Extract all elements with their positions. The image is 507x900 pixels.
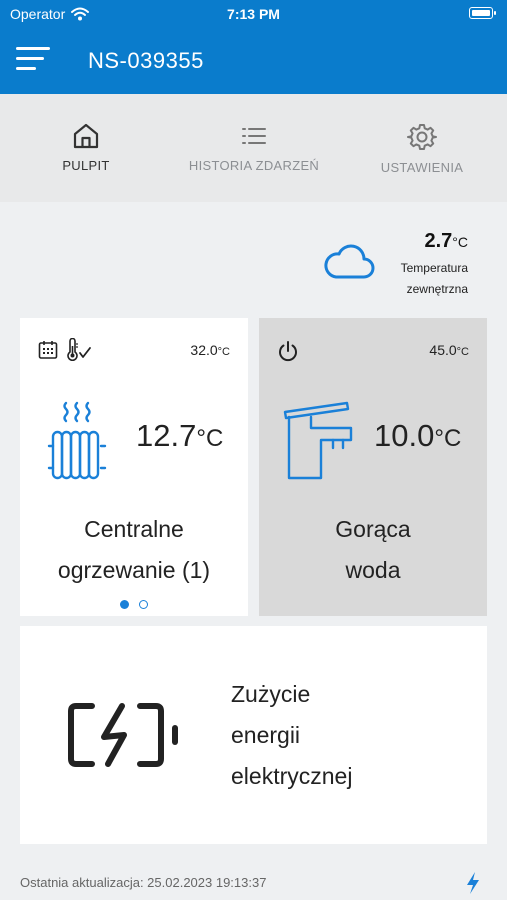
heating-current-value: 12.7 [136, 418, 197, 453]
lightning-icon[interactable] [465, 871, 481, 895]
energy-consumption-card[interactable]: Zużycie energii elektrycznej [20, 626, 487, 844]
outdoor-temperature: 2.7°C [380, 230, 468, 253]
energy-label: Zużycie energii elektrycznej [231, 674, 352, 797]
status-bar: Operator 7:13 PM [0, 0, 507, 30]
energy-label-line2: energii [231, 722, 301, 748]
thermometer-check-icon [67, 338, 91, 361]
tab-ustawienia-label: USTAWIENIA [380, 160, 464, 175]
tab-ustawienia[interactable]: USTAWIENIA [342, 122, 502, 175]
power-icon [279, 341, 297, 362]
outdoor-temp-value: 2.7 [424, 230, 453, 252]
energy-label-line3: elektrycznej [231, 763, 353, 789]
central-heating-card[interactable]: 32.0°C 12.7°C Centralne ogrzewanie (1) [20, 318, 248, 616]
water-title-line1: Gorąca [335, 516, 411, 542]
app-title: NS-039355 [88, 48, 204, 73]
energy-label-line1: Zużycie [231, 681, 311, 707]
tab-historia-zdarzen[interactable]: HISTORIA ZDARZEŃ [174, 122, 334, 173]
heating-set-unit: °C [217, 346, 230, 358]
water-current-temperature: 10.0°C [374, 418, 461, 454]
water-card-title: Gorąca woda [259, 509, 487, 591]
water-title-line2: woda [345, 557, 401, 583]
app-bar: NS-039355 [0, 30, 507, 94]
outdoor-temp-unit: °C [452, 234, 468, 250]
heating-title-line1: Centralne [84, 516, 184, 542]
faucet-icon [283, 401, 353, 480]
tab-bar: PULPIT HISTORIA ZDARZEŃ USTAWIENIA [0, 94, 507, 202]
heating-card-title: Centralne ogrzewanie (1) [20, 509, 248, 591]
heating-set-value: 32.0 [190, 342, 218, 358]
tab-historia-label: HISTORIA ZDARZEŃ [188, 158, 320, 173]
heating-title-line2: ogrzewanie (1) [57, 557, 211, 583]
water-set-unit: °C [456, 346, 469, 358]
heating-current-temperature: 12.7°C [136, 418, 223, 454]
tab-pulpit-label: PULPIT [62, 158, 110, 173]
outdoor-label-line1: Temperatura [400, 261, 468, 275]
heating-current-unit: °C [196, 425, 224, 452]
radiator-icon [47, 401, 107, 480]
cloud-icon [324, 244, 375, 279]
heating-set-temperature: 32.0°C [190, 342, 230, 358]
battery-charging-icon [68, 703, 178, 767]
water-current-value: 10.0 [374, 418, 435, 453]
battery-icon [469, 7, 496, 19]
calendar-icon [38, 341, 58, 359]
water-set-value: 45.0 [429, 342, 457, 358]
status-time: 7:13 PM [227, 6, 280, 22]
hamburger-menu-icon[interactable] [16, 44, 56, 78]
page-indicator [20, 596, 248, 614]
page-dot-inactive[interactable] [139, 600, 149, 609]
water-set-temperature: 45.0°C [429, 342, 469, 358]
water-current-unit: °C [434, 425, 462, 452]
gear-icon [407, 124, 437, 150]
outdoor-label-line2: zewnętrzna [406, 282, 468, 296]
hot-water-card[interactable]: 45.0°C 10.0°C Gorąca woda [259, 318, 487, 616]
outdoor-temp-label: Temperatura zewnętrzna [378, 258, 468, 300]
last-update-text: Ostatnia aktualizacja: 25.02.2023 19:13:… [20, 875, 267, 890]
page-dot-active[interactable] [119, 600, 129, 609]
home-icon [73, 123, 99, 149]
tab-pulpit[interactable]: PULPIT [6, 122, 166, 173]
list-icon [242, 128, 266, 144]
